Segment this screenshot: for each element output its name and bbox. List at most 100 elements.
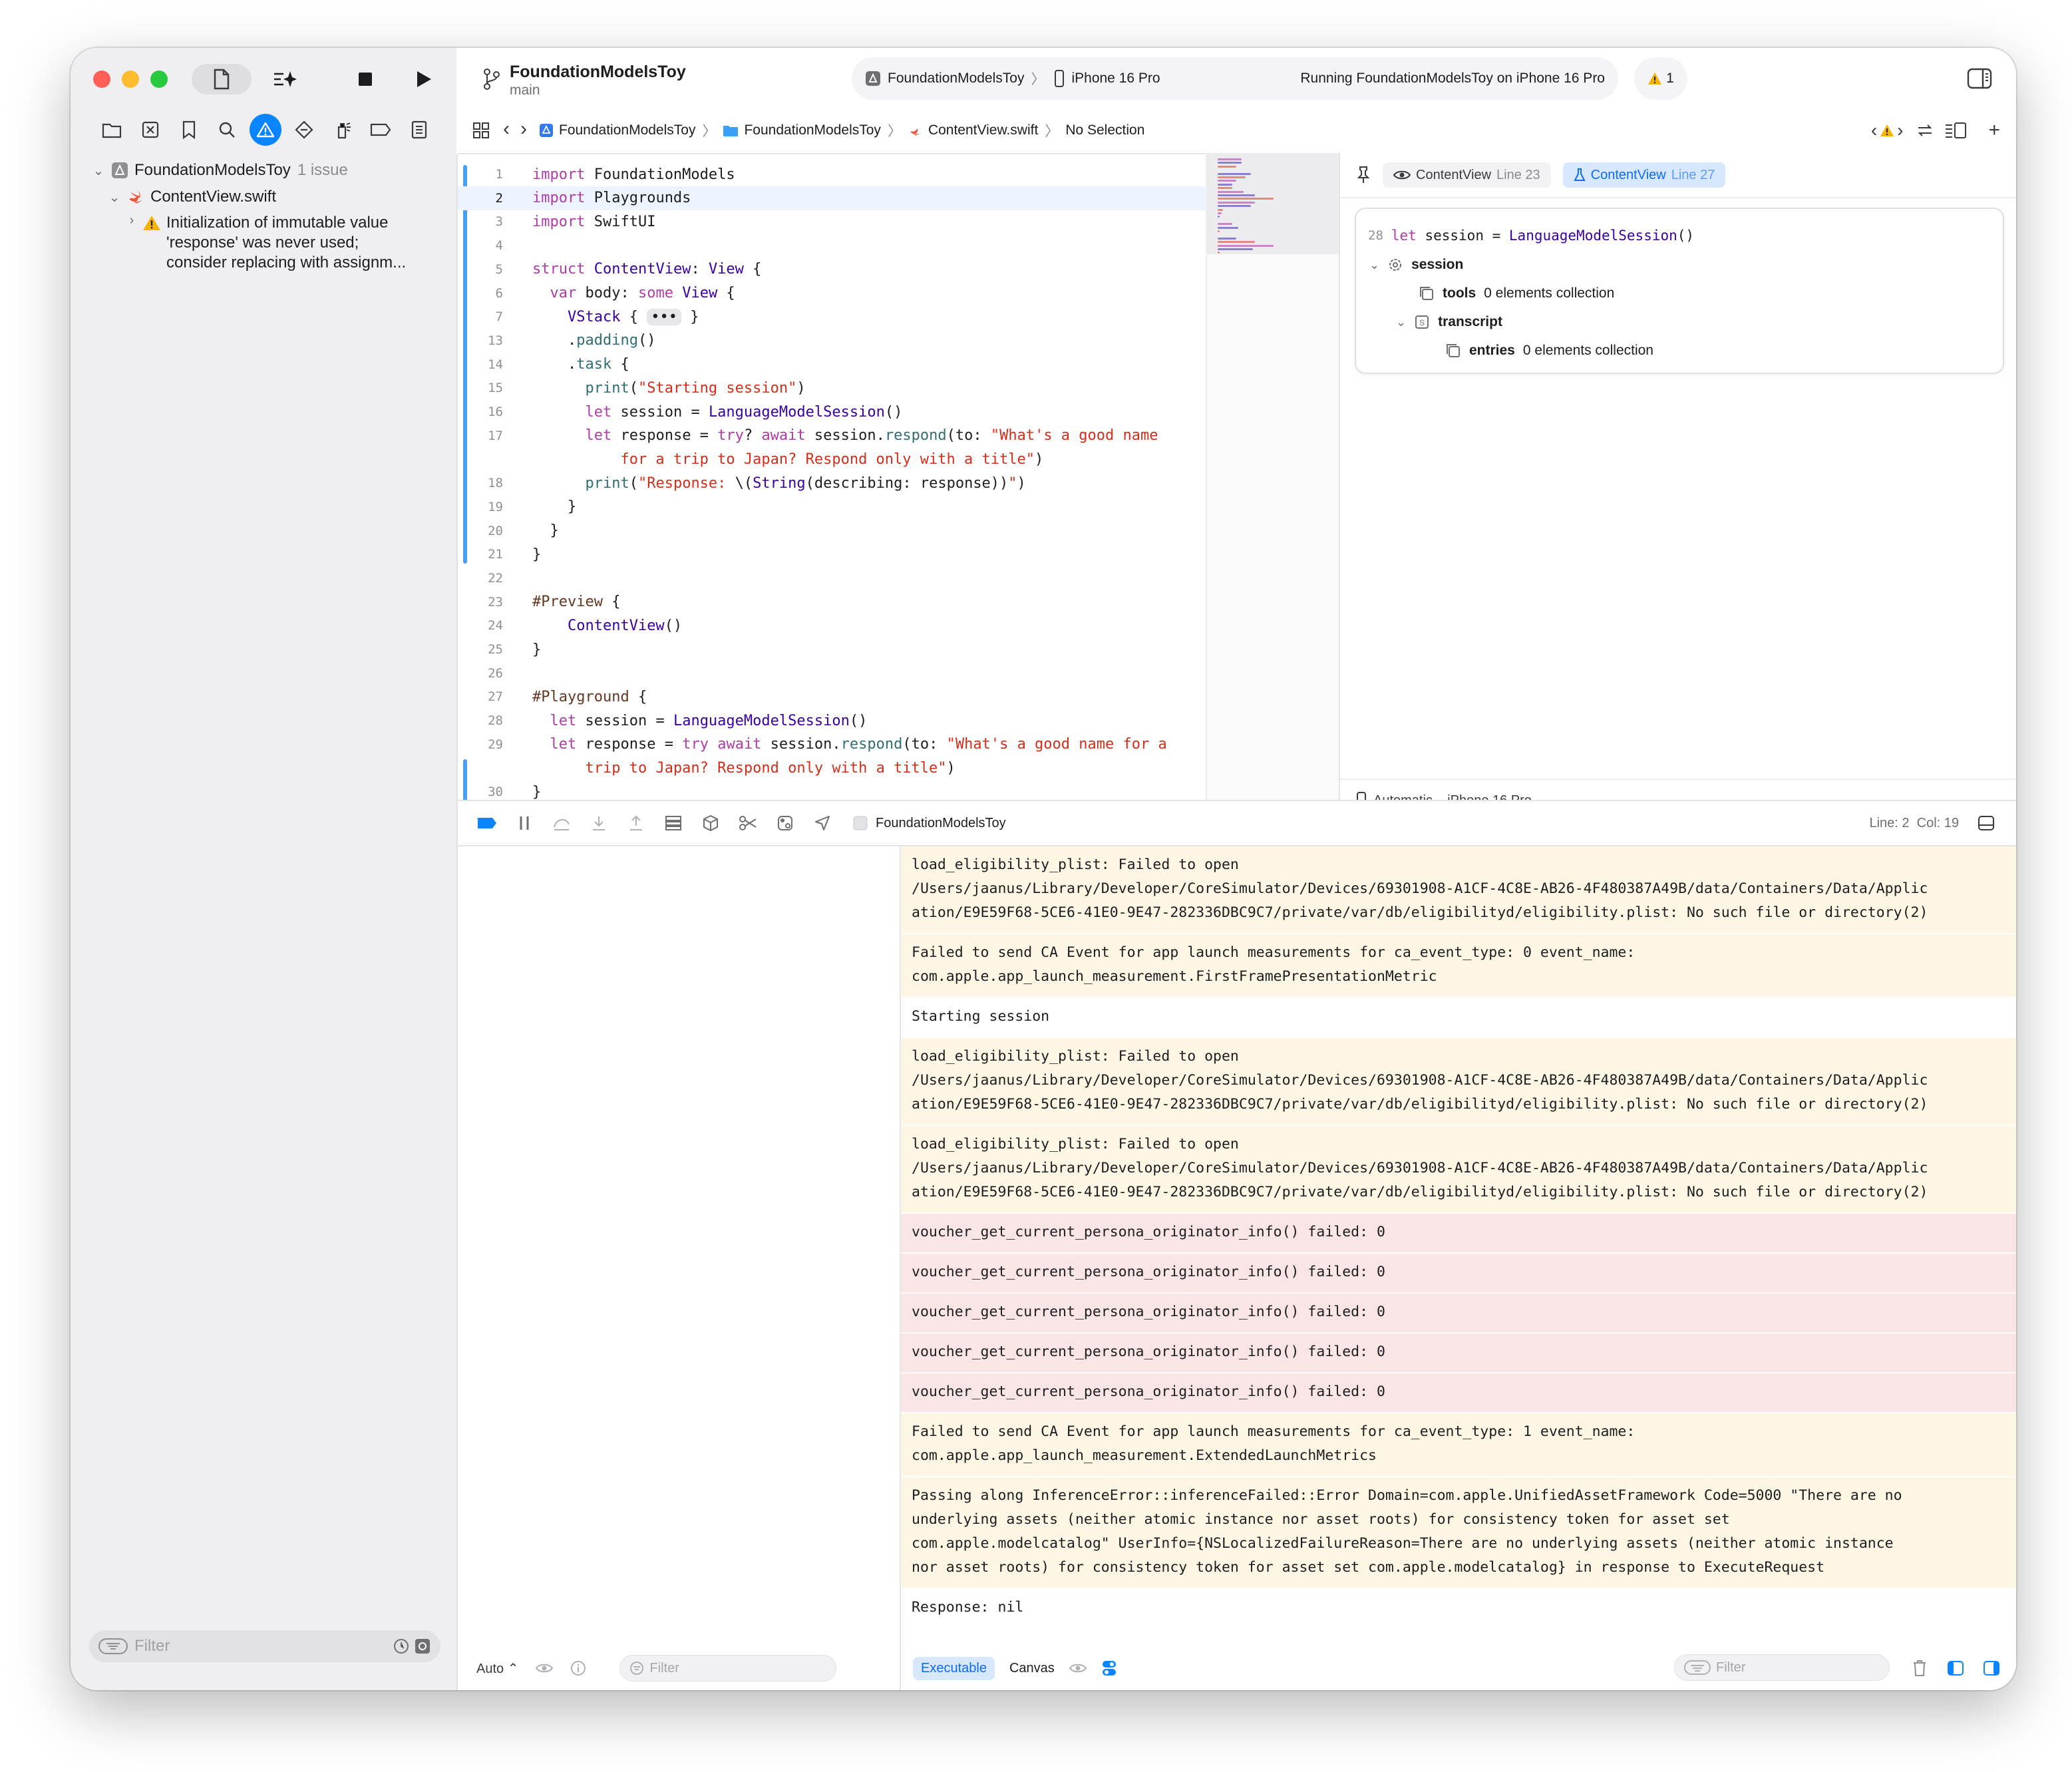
code-line[interactable]: 2 import Playgrounds [458, 186, 1206, 210]
console-entry[interactable]: Starting session [901, 998, 2016, 1038]
coding-assistant-button[interactable] [267, 64, 302, 94]
code-line[interactable]: 15 print("Starting session") [458, 376, 1206, 400]
editor-options-icon[interactable] [1944, 122, 1967, 139]
console-entry[interactable]: Response: nil [901, 1589, 2016, 1629]
close-window-button[interactable] [93, 71, 110, 88]
related-items-swap-icon[interactable] [1916, 122, 1934, 138]
show-variables-icon[interactable] [1947, 1660, 1964, 1676]
warning-icon[interactable] [1880, 124, 1894, 137]
code-line[interactable]: 5 struct ContentView: View { [458, 258, 1206, 281]
code-line[interactable]: 30} [458, 780, 1206, 800]
step-over-icon[interactable] [543, 815, 580, 831]
scheme-selector[interactable]: FoundationModelsToy 〉 [865, 69, 1045, 89]
chevron-down-icon[interactable]: ⌄ [106, 189, 122, 206]
code-line[interactable]: for a trip to Japan? Respond only with a… [458, 447, 1206, 471]
tree-row-project[interactable]: ⌄ FoundationModelsToy 1 issue [90, 157, 450, 184]
variables-mode-selector[interactable]: Auto ⌃ [476, 1660, 518, 1677]
recent-clock-icon[interactable] [393, 1638, 410, 1655]
add-editor-icon[interactable]: + [1988, 119, 2000, 142]
console-error-entry[interactable]: voucher_get_current_persona_originator_i… [901, 1254, 2016, 1294]
warning-count-button[interactable]: 1 [1634, 57, 1687, 100]
code-line[interactable]: 13 .padding() [458, 329, 1206, 353]
pause-icon[interactable] [506, 815, 543, 831]
code-line[interactable]: 6 var body: some View { [458, 281, 1206, 305]
code-line[interactable]: 7 VStack { ••• } [458, 305, 1206, 329]
chevron-down-icon[interactable]: ⌄ [90, 162, 106, 179]
code-line[interactable]: 28 let session = LanguageModelSession() [458, 709, 1206, 733]
eye-icon[interactable] [536, 1663, 554, 1674]
issue-navigator-warning-icon[interactable] [250, 114, 281, 146]
previous-issue-icon[interactable]: ‹ [1871, 120, 1877, 141]
console-warning-entry[interactable]: load_eligibility_plist: Failed to open /… [901, 1038, 2016, 1126]
console[interactable]: load_eligibility_plist: Failed to open /… [900, 846, 2016, 1690]
variables-filter-field[interactable]: Filter [619, 1655, 837, 1682]
minimap[interactable] [1206, 153, 1340, 800]
breadcrumb-selection[interactable]: No Selection [1065, 122, 1144, 138]
tree-row-session[interactable]: ⌄ session [1369, 253, 1463, 277]
report-icon[interactable] [403, 114, 435, 146]
breadcrumb-file[interactable]: ContentView.swift [908, 122, 1038, 138]
simulate-location-toggle-icon[interactable] [767, 814, 804, 832]
eye-icon[interactable] [1069, 1663, 1087, 1674]
tab-canvas[interactable]: Canvas [1009, 1661, 1055, 1676]
console-error-entry[interactable]: voucher_get_current_persona_originator_i… [901, 1214, 2016, 1254]
minimize-window-button[interactable] [122, 71, 139, 88]
code-line[interactable]: 26 [458, 661, 1206, 685]
show-console-icon[interactable] [1983, 1660, 2000, 1676]
search-icon[interactable] [211, 114, 243, 146]
navigator-toggle-button[interactable] [192, 64, 252, 94]
code-line[interactable]: 23 #Preview { [458, 590, 1206, 614]
tree-row-transcript[interactable]: ⌄ S transcript [1396, 310, 1502, 334]
memory-graph-icon[interactable] [692, 814, 729, 832]
tab-contentview-playground[interactable]: ContentView Line 27 [1562, 162, 1726, 188]
step-into-icon[interactable] [580, 815, 617, 831]
project-title[interactable]: FoundationModelsToy [510, 63, 686, 82]
console-warning-entry[interactable]: Failed to send CA Event for app launch m… [901, 1413, 2016, 1477]
run-button[interactable] [409, 64, 439, 94]
run-destination-selector[interactable]: iPhone 16 Pro [1054, 70, 1160, 87]
code-line[interactable]: 17 let response = try? await session.res… [458, 424, 1206, 448]
scope-filter-icon[interactable] [414, 1638, 431, 1655]
back-chevron-icon[interactable]: ‹ [503, 118, 510, 140]
code-line[interactable]: 1 import FoundationModels [458, 162, 1206, 186]
source-editor[interactable]: 1 import FoundationModels 2 import Playgrou… [458, 153, 1206, 800]
next-issue-icon[interactable]: › [1897, 120, 1903, 141]
console-warning-entry[interactable]: Failed to send CA Event for app launch m… [901, 934, 2016, 998]
code-line[interactable]: 24 ContentView() [458, 614, 1206, 637]
tab-executable[interactable]: Executable [913, 1656, 995, 1680]
tree-row-issue[interactable]: › Initialization of immutable value 'res… [90, 213, 450, 273]
chevron-right-icon[interactable]: › [124, 213, 140, 233]
code-line[interactable]: 14 .task { [458, 353, 1206, 377]
code-line[interactable]: 25} [458, 637, 1206, 661]
code-line[interactable]: 4 [458, 234, 1206, 258]
breakpoint-icon[interactable] [365, 114, 397, 146]
console-warning-entry[interactable]: load_eligibility_plist: Failed to open /… [901, 846, 2016, 934]
breadcrumb-folder[interactable]: FoundationModelsToy [723, 122, 881, 138]
console-filter-field[interactable]: Filter [1674, 1654, 1890, 1681]
test-diamond-icon[interactable] [288, 114, 320, 146]
source-control-icon[interactable] [134, 114, 166, 146]
console-error-entry[interactable]: voucher_get_current_persona_originator_i… [901, 1373, 2016, 1413]
console-warning-entry[interactable]: Passing along InferenceError::inferenceF… [901, 1477, 2016, 1589]
breakpoints-toggle-icon[interactable] [468, 817, 506, 829]
code-line[interactable]: 27 #Playground { [458, 685, 1206, 709]
console-error-entry[interactable]: voucher_get_current_persona_originator_i… [901, 1294, 2016, 1333]
code-line[interactable]: 16 let session = LanguageModelSession() [458, 400, 1206, 424]
chevron-down-icon[interactable]: ⌄ [1396, 315, 1406, 329]
inspector-toggle-icon[interactable] [1967, 68, 1992, 89]
tree-row-entries[interactable]: entries 0 elements collection [1445, 339, 1653, 363]
hide-debug-area-icon[interactable] [1978, 815, 1995, 831]
tree-row-file[interactable]: ⌄ ContentView.swift [90, 184, 450, 210]
forward-chevron-icon[interactable]: › [520, 118, 527, 140]
debug-target-name[interactable]: FoundationModelsToy [876, 816, 1006, 831]
bookmark-icon[interactable] [173, 114, 205, 146]
trash-icon[interactable] [1912, 1660, 1927, 1677]
info-icon[interactable] [570, 1660, 586, 1676]
code-line[interactable]: 29 let response = try await session.resp… [458, 733, 1206, 757]
navigator-filter-field[interactable]: Filter [89, 1630, 440, 1662]
zoom-window-button[interactable] [150, 71, 168, 88]
location-arrow-icon[interactable] [804, 815, 841, 831]
folder-icon[interactable] [96, 114, 128, 146]
stop-button[interactable] [350, 64, 381, 94]
debug-spray-icon[interactable] [327, 114, 359, 146]
